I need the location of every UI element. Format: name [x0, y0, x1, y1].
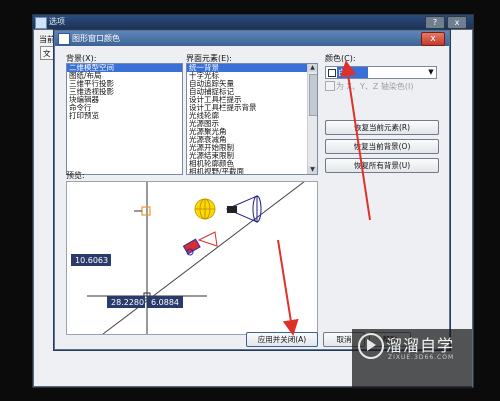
camera-frustum-icon	[197, 231, 218, 247]
context-list[interactable]: 二维模型空间 图纸/布局 三维平行投影 三维透视投影 块编辑器 命令行 打印预览	[66, 63, 183, 175]
watermark-brand: 溜溜自学	[386, 336, 455, 355]
play-icon	[367, 339, 376, 351]
drawing-window-colors-dialog: 图形窗口颜色 x 背景(X): 二维模型空间 图纸/布局 三维平行投影 三维透视投影块…	[54, 30, 450, 350]
options-tab-label: 文	[43, 49, 51, 58]
color-swatch	[328, 69, 336, 77]
preview-tag-2: 28.2280	[111, 298, 144, 307]
color-header: 颜色(C):	[325, 54, 356, 63]
preview-tag-1: 10.6063	[75, 256, 108, 265]
restore-current-element-button[interactable]: 恢复当前元素(R)	[325, 120, 439, 135]
help-button[interactable]: ?	[425, 16, 445, 29]
current-profile-label: 当前	[39, 35, 55, 44]
close-button[interactable]: x	[447, 16, 467, 29]
scroll-down-icon[interactable]: ▼	[308, 166, 317, 174]
preview-label: 预览:	[66, 171, 85, 180]
color-value: 白	[337, 67, 368, 78]
interface-element-list[interactable]: 统一背景 十字光标 自动追踪矢量 自动捕捉标记 设计工具栏提示 设计工具栏提示背景 光线轮廓…	[186, 63, 318, 175]
watermark: 溜溜自学 ZIXUE.3D66.COM	[352, 329, 472, 389]
dialog-title-bar: 图形窗口颜色 x	[55, 31, 449, 46]
context-list-item[interactable]: 打印预览	[67, 112, 182, 120]
tint-axes-checkbox[interactable]	[325, 81, 335, 91]
chevron-down-icon[interactable]: ▼	[426, 67, 436, 78]
dialog-title: 图形窗口颜色	[72, 34, 120, 43]
autosnap-marker-icon	[141, 206, 151, 216]
element-list-item[interactable]: 相机视野/平截面	[187, 168, 317, 175]
app-logo-icon	[35, 17, 47, 29]
preview-tag-3: 6.0884	[151, 298, 179, 307]
options-title-bar: 选项 ? x	[33, 15, 473, 29]
element-list-scrollbar[interactable]: ▲ ▼	[307, 64, 317, 174]
preview-panel: 10.6063 28.2280 6.0884	[66, 181, 318, 335]
camera-icon	[182, 238, 201, 255]
color-select[interactable]: 白 ▼	[325, 66, 437, 79]
preview-canvas: 10.6063 28.2280 6.0884	[71, 182, 305, 334]
spotlight-body-icon	[227, 206, 237, 213]
apply-and-close-button[interactable]: 应用并关闭(A)	[246, 332, 318, 347]
scroll-up-icon[interactable]: ▲	[308, 64, 317, 72]
watermark-url: ZIXUE.3D66.COM	[388, 354, 455, 361]
restore-current-context-button[interactable]: 恢复当前背景(O)	[325, 139, 439, 154]
tint-axes-label: 为 X、Y、Z 轴染色(I)	[336, 82, 414, 91]
dialog-logo-icon	[58, 33, 70, 45]
options-title: 选项	[49, 17, 65, 26]
dialog-close-button[interactable]: x	[421, 32, 445, 46]
restore-all-contexts-button[interactable]: 恢复所有背景(U)	[325, 158, 439, 173]
scroll-thumb[interactable]	[309, 74, 317, 116]
